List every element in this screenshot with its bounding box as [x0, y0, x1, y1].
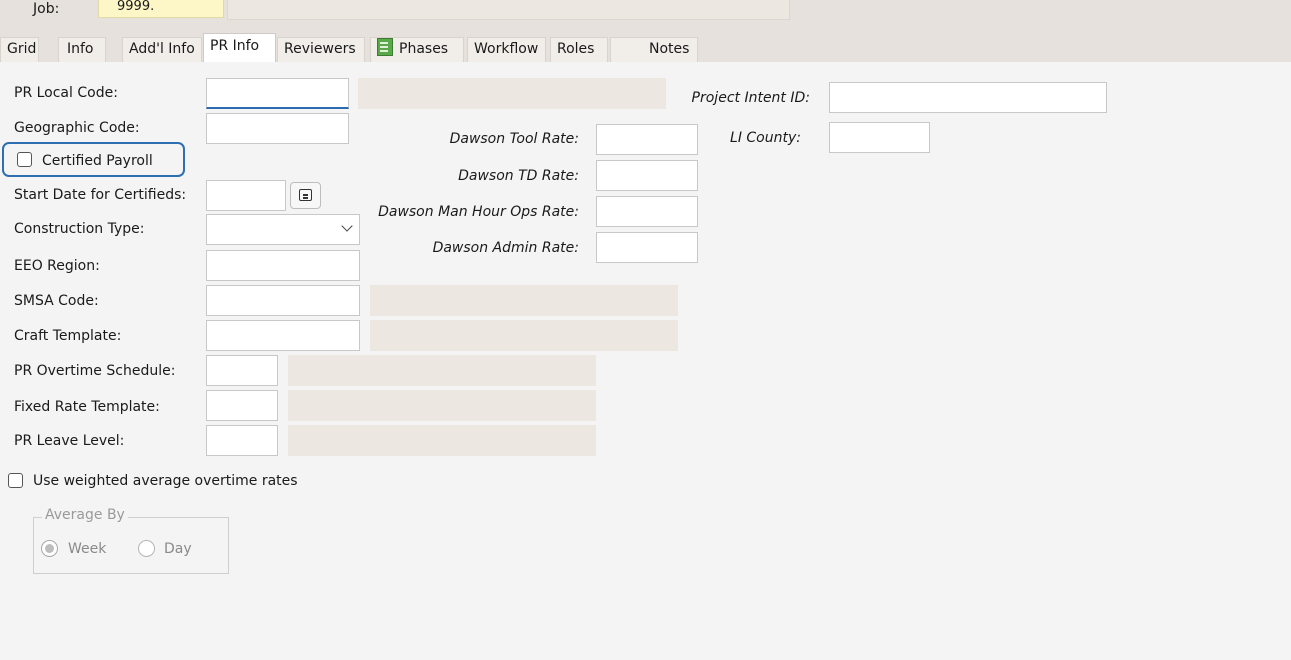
dawson-td-rate-label: Dawson TD Rate: [458, 168, 579, 184]
average-by-group [33, 517, 229, 574]
job-label: Job: [33, 1, 60, 17]
pr-overtime-schedule-label: PR Overtime Schedule: [14, 363, 176, 379]
pr-overtime-schedule-description [288, 355, 596, 386]
calendar-icon [299, 189, 312, 201]
eeo-region-input[interactable] [206, 250, 360, 281]
start-date-input[interactable] [206, 180, 286, 211]
pr-local-code-description [358, 78, 666, 109]
use-weighted-label: Use weighted average overtime rates [33, 473, 298, 489]
tab-phases[interactable]: Phases [370, 37, 464, 62]
tab-reviewers[interactable]: Reviewers [277, 37, 365, 62]
week-radio[interactable] [41, 540, 58, 561]
job-description-field [227, 0, 790, 20]
chevron-down-icon [341, 220, 353, 232]
geographic-code-input[interactable] [206, 113, 349, 144]
tab-workflow[interactable]: Workflow [467, 37, 546, 62]
tab-roles[interactable]: Roles [550, 37, 608, 62]
certified-payroll-label: Certified Payroll [42, 153, 153, 169]
certified-payroll-checkbox[interactable] [17, 152, 32, 171]
tab-grid[interactable]: Grid [0, 37, 39, 62]
pr-leave-level-input[interactable] [206, 425, 278, 456]
smsa-code-description [370, 285, 678, 316]
geographic-code-label: Geographic Code: [14, 120, 140, 136]
project-intent-id-input[interactable] [829, 82, 1107, 113]
day-label: Day [164, 541, 192, 557]
craft-template-input[interactable] [206, 320, 360, 351]
craft-template-label: Craft Template: [14, 328, 122, 344]
use-weighted-checkbox[interactable] [8, 473, 23, 492]
dawson-td-rate-input[interactable] [596, 160, 698, 191]
phases-icon [377, 38, 393, 56]
dawson-tool-rate-label: Dawson Tool Rate: [449, 131, 579, 147]
start-date-label: Start Date for Certifieds: [14, 187, 187, 203]
pr-leave-level-description [288, 425, 596, 456]
calendar-button[interactable] [290, 182, 321, 209]
eeo-region-label: EEO Region: [14, 258, 100, 274]
dawson-admin-rate-label: Dawson Admin Rate: [432, 240, 579, 256]
construction-type-label: Construction Type: [14, 221, 145, 237]
smsa-code-input[interactable] [206, 285, 360, 316]
dawson-man-hour-label: Dawson Man Hour Ops Rate: [378, 204, 579, 220]
pr-leave-level-label: PR Leave Level: [14, 433, 125, 449]
job-number-field[interactable]: 9999. [98, 0, 224, 18]
li-county-input[interactable] [829, 122, 930, 153]
day-radio[interactable] [138, 540, 155, 561]
average-by-title: Average By [42, 507, 128, 523]
week-label: Week [68, 541, 107, 557]
dawson-tool-rate-input[interactable] [596, 124, 698, 155]
pr-local-code-label: PR Local Code: [14, 85, 118, 101]
dawson-admin-rate-input[interactable] [596, 232, 698, 263]
tab-info[interactable]: Info [58, 37, 106, 62]
craft-template-description [370, 320, 678, 351]
dawson-man-hour-input[interactable] [596, 196, 698, 227]
fixed-rate-template-description [288, 390, 596, 421]
fixed-rate-template-label: Fixed Rate Template: [14, 399, 160, 415]
smsa-code-label: SMSA Code: [14, 293, 99, 309]
pr-overtime-schedule-input[interactable] [206, 355, 278, 386]
li-county-label: LI County: [730, 130, 801, 146]
tab-addl-info[interactable]: Add'l Info [122, 37, 202, 62]
tab-notes[interactable]: Notes [610, 37, 698, 62]
construction-type-select[interactable] [206, 214, 360, 245]
pr-local-code-input[interactable] [206, 78, 349, 109]
fixed-rate-template-input[interactable] [206, 390, 278, 421]
project-intent-id-label: Project Intent ID: [691, 90, 810, 106]
tab-pr-info[interactable]: PR Info [203, 33, 276, 62]
